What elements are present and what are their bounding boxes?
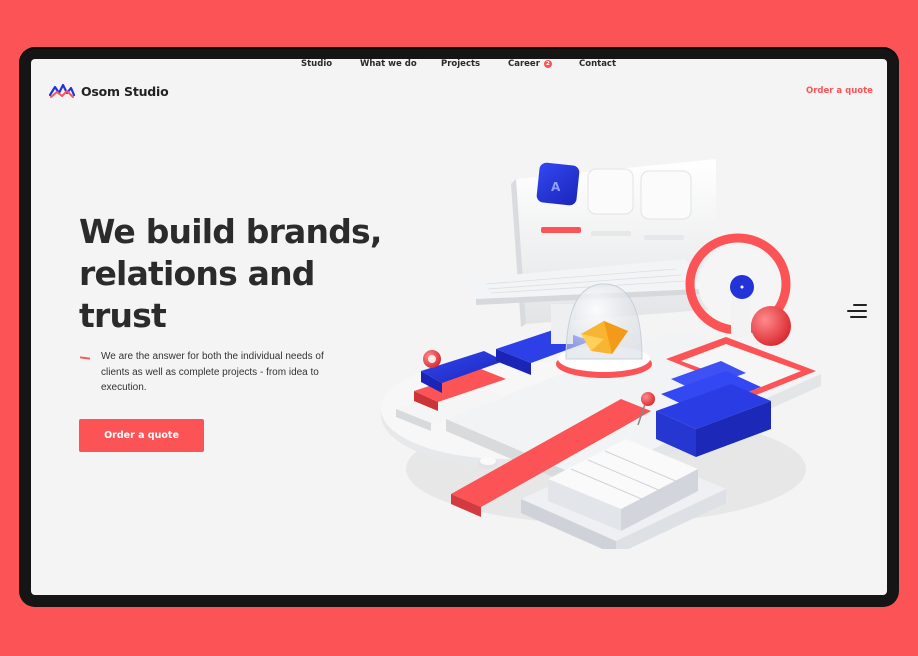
brand-logo[interactable]: Osom Studio <box>49 83 169 99</box>
nav-item-what-we-do[interactable]: What we do <box>360 59 417 69</box>
red-ball <box>751 306 791 346</box>
description-accent-dash <box>79 356 91 360</box>
hero-illustration: A <box>381 159 821 549</box>
hero-description: We are the answer for both the individua… <box>101 351 324 393</box>
nav-item-studio[interactable]: Studio <box>301 59 332 69</box>
svg-text:A: A <box>551 180 561 194</box>
headline-line: trust <box>79 296 167 335</box>
osom-logo-icon <box>49 83 75 98</box>
hero-headline: We build brands, relations and trust <box>79 211 409 337</box>
career-count-badge: 2 <box>543 60 552 68</box>
headline-line: relations and <box>79 254 315 293</box>
nav-item-contact[interactable]: Contact <box>579 59 616 69</box>
nav-item-career[interactable]: Career 2 <box>508 59 552 69</box>
headline-line: We build brands, <box>79 212 382 251</box>
hamburger-menu-icon[interactable] <box>847 304 867 318</box>
nav-item-career-label: Career <box>508 59 540 69</box>
red-pin <box>641 392 655 406</box>
website-screen: Osom Studio Studio What we do Projects C… <box>31 59 887 595</box>
brand-name: Osom Studio <box>81 83 169 99</box>
nav-item-projects[interactable]: Projects <box>441 59 480 69</box>
order-quote-link[interactable]: Order a quote <box>806 86 873 96</box>
order-quote-button[interactable]: Order a quote <box>79 419 204 452</box>
